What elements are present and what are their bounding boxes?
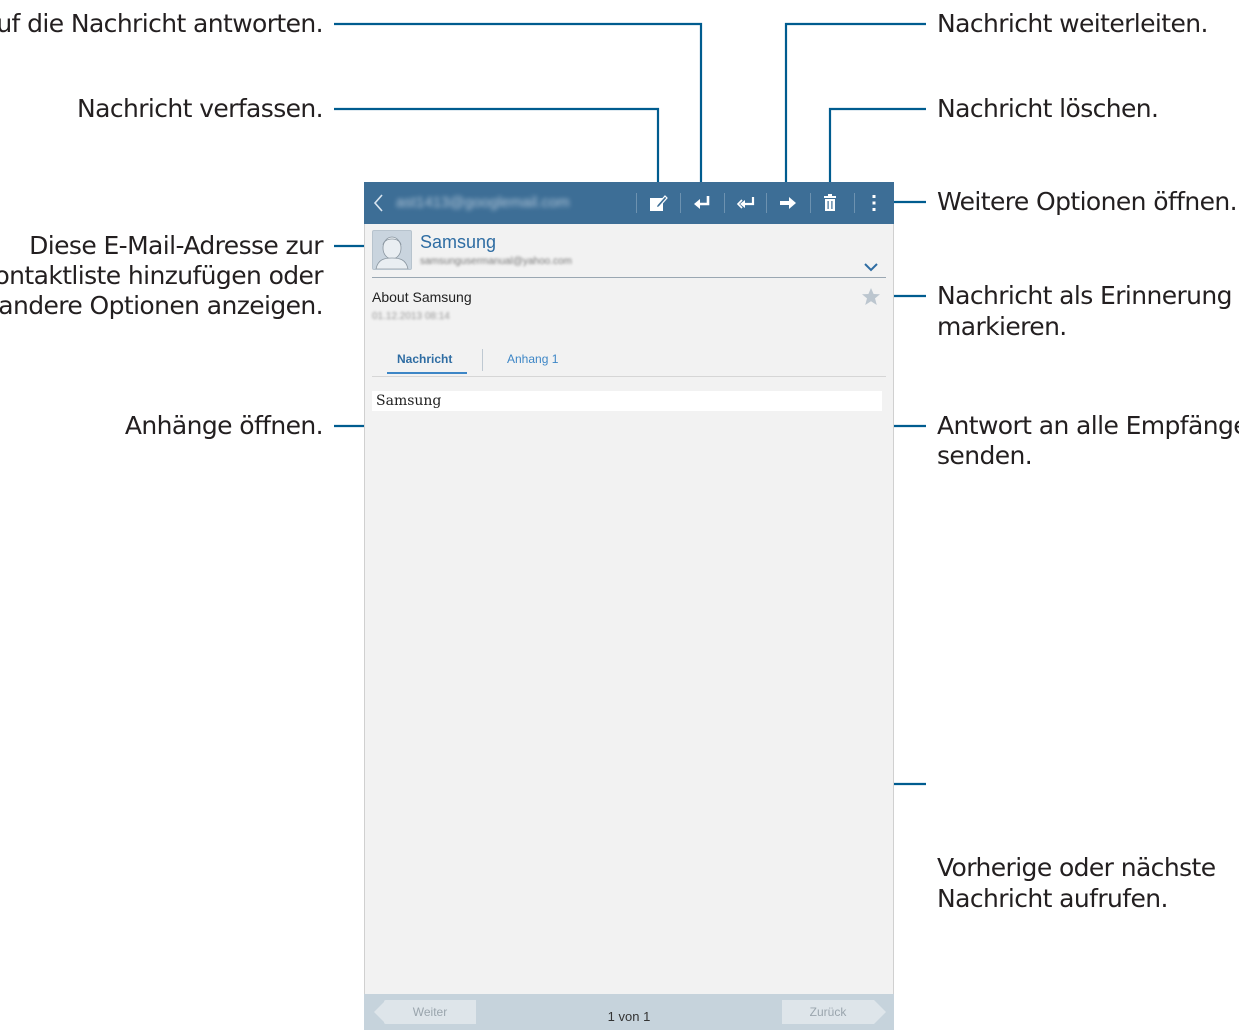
delete-icon [824, 194, 836, 211]
account-title: ast1413@googlemail.com [396, 194, 570, 211]
callout-contact-line2: Kontaktliste hinzufügen oder [0, 261, 324, 290]
line-forward [784, 22, 926, 190]
line-delete [828, 107, 926, 190]
tab-message[interactable]: Nachricht [397, 352, 452, 366]
message-body: Samsung [376, 393, 442, 409]
tab-underline [387, 372, 467, 374]
chevron-down-icon[interactable] [862, 262, 880, 272]
message-body-area [372, 391, 882, 411]
contact-avatar-icon [375, 236, 409, 269]
reply-all-icon [736, 197, 755, 209]
forward-button[interactable] [768, 182, 808, 224]
reply-all-button[interactable] [726, 182, 766, 224]
action-separator [680, 193, 681, 213]
line-reply [334, 22, 703, 190]
callout-attachments: Anhänge öffnen. [124, 411, 324, 440]
callout-nav-line1: Vorherige oder nächste [937, 853, 1216, 882]
callout-forward: Nachricht weiterleiten. [937, 9, 1208, 38]
tab-attachment[interactable]: Anhang 1 [507, 352, 558, 366]
reply-icon [694, 196, 710, 209]
callout-compose: Nachricht verfassen. [77, 94, 324, 123]
line-compose [334, 107, 660, 190]
more-options-icon [872, 195, 876, 211]
message-date: 01.12.2013 08:14 [372, 311, 450, 322]
next-message-button[interactable]: Zurück [782, 1000, 874, 1024]
callout-reminder-line1: Nachricht als Erinnerung [937, 281, 1233, 310]
message-subject: About Samsung [372, 289, 472, 305]
star-icon[interactable] [861, 287, 881, 307]
callout-more-options: Weitere Optionen öffnen. [937, 187, 1238, 216]
more-options-button[interactable] [854, 182, 894, 224]
reply-button[interactable] [682, 182, 722, 224]
callout-reminder-line2: markieren. [937, 312, 1067, 341]
callout-reply: Auf die Nachricht antworten. [0, 9, 324, 38]
back-icon[interactable] [370, 191, 388, 215]
header-divider [372, 277, 886, 278]
callout-contact-line3: andere Optionen anzeigen. [0, 291, 324, 320]
delete-button[interactable] [810, 182, 850, 224]
tabs-divider [372, 376, 886, 377]
action-separator [766, 193, 767, 213]
action-separator [636, 193, 637, 213]
compose-icon [650, 195, 668, 211]
action-bar: ast1413@googlemail.com [364, 182, 894, 224]
callout-reply-all-line2: senden. [937, 441, 1033, 470]
callout-contact-line1: Diese E-Mail-Adresse zur [29, 231, 323, 260]
bottom-nav-bar: Weiter 1 von 1 Zurück [364, 994, 894, 1030]
callout-nav-line2: Nachricht aufrufen. [937, 884, 1168, 913]
email-screen: ast1413@googlemail.com Samsung samsungus… [364, 182, 894, 1030]
callout-reply-all-line1: Antwort an alle Empfänger [937, 411, 1239, 440]
sender-name[interactable]: Samsung [420, 232, 496, 253]
forward-icon [780, 197, 796, 209]
sender-avatar[interactable] [372, 230, 412, 270]
callout-delete: Nachricht löschen. [937, 94, 1159, 123]
sender-email: samsungusermanual@yahoo.com [420, 256, 572, 267]
tab-divider [482, 349, 483, 371]
action-separator [724, 193, 725, 213]
compose-button[interactable] [638, 182, 678, 224]
next-arrow-icon [874, 1000, 886, 1024]
